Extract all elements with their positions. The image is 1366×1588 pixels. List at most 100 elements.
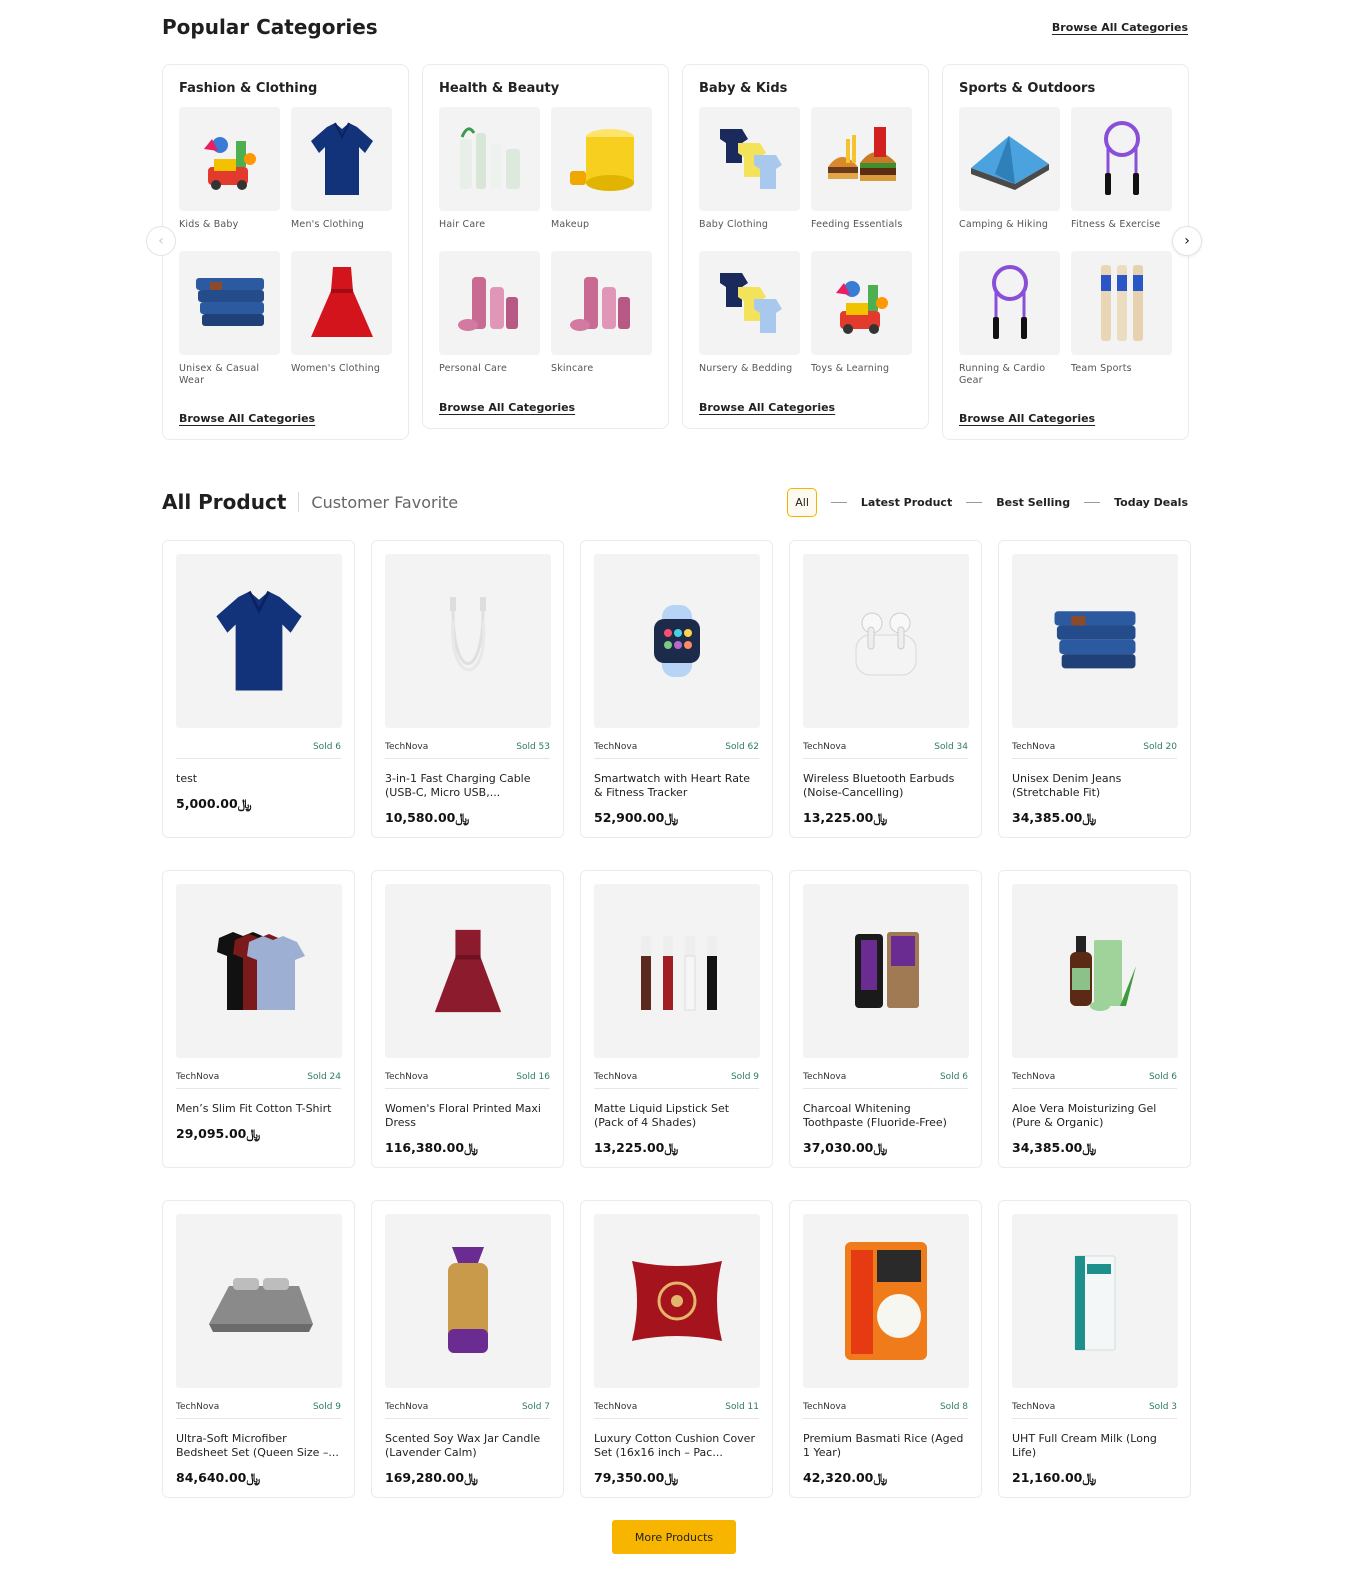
subcategory-makeup[interactable]: Makeup: [551, 107, 652, 243]
product-card[interactable]: TechNova Sold 3 UHT Full Cream Milk (Long…: [998, 1200, 1191, 1498]
subcategory-label: Kids & Baby: [179, 219, 239, 230]
card-browse-all-link[interactable]: Browse All Categories: [179, 412, 315, 425]
subcategory-label: Women's Clothing: [291, 363, 381, 374]
filter-tab-latest[interactable]: Latest Product: [861, 496, 952, 509]
product-card[interactable]: TechNova Sold 7 Scented Soy Wax Jar Candl…: [371, 1200, 564, 1498]
product-name: Wireless Bluetooth Earbuds (Noise-Cancel…: [803, 772, 955, 799]
product-price: 84,640.00﷼: [176, 1470, 261, 1485]
subcategory-hair-care[interactable]: Hair Care: [439, 107, 540, 243]
product-sold-count: Sold 9: [730, 1072, 759, 1082]
product-name: Aloe Vera Moisturizing Gel (Pure & Organ…: [1012, 1102, 1157, 1129]
product-name: Unisex Denim Jeans (Stretchable Fit): [1012, 772, 1122, 799]
product-sold-count: Sold 6: [939, 1072, 968, 1082]
product-vendor: TechNova: [176, 1402, 220, 1412]
subcategory-mens-clothing[interactable]: Men's Clothing: [291, 107, 392, 243]
subcategory-label: Nursery & Bedding: [699, 363, 793, 374]
product-price: 34,385.00﷼: [1012, 810, 1097, 825]
product-name: Matte Liquid Lipstick Set (Pack of 4 Sha…: [594, 1102, 730, 1129]
category-carousel: Fashion & Clothing Kids & Baby Men's Clo…: [162, 64, 1189, 444]
product-card[interactable]: TechNova Sold 8 Premium Basmati Rice (Age…: [789, 1200, 982, 1498]
bottles-icon: [439, 107, 540, 211]
product-price: 169,280.00﷼: [385, 1470, 478, 1485]
filter-divider: [1084, 501, 1101, 503]
filter-divider: [966, 501, 983, 503]
subcategory-running-cardio[interactable]: Running & Cardio Gear: [959, 251, 1060, 387]
product-sold-count: Sold 7: [521, 1402, 550, 1412]
product-sold-count: Sold 3: [1148, 1402, 1177, 1412]
product-card[interactable]: TechNova Sold 16 Women's Floral Printed M…: [371, 870, 564, 1168]
carousel-prev-button[interactable]: ‹: [146, 226, 176, 256]
card-browse-all-link[interactable]: Browse All Categories: [959, 412, 1095, 425]
product-price: 37,030.00﷼: [803, 1140, 888, 1155]
product-price: 52,900.00﷼: [594, 810, 679, 825]
product-vendor: TechNova: [594, 1402, 638, 1412]
card-browse-all-link[interactable]: Browse All Categories: [699, 401, 835, 414]
subcategory-team-sports[interactable]: Team Sports: [1071, 251, 1172, 387]
category-card-title: Fashion & Clothing: [179, 81, 318, 96]
filter-tab-today-deals[interactable]: Today Deals: [1114, 496, 1188, 509]
product-card[interactable]: TechNova Sold 20 Unisex Denim Jeans (Stre…: [998, 540, 1191, 838]
filter-tab-all[interactable]: All: [787, 487, 817, 517]
category-card-title: Baby & Kids: [699, 81, 788, 96]
product-card[interactable]: TechNova Sold 62 Smartwatch with Heart Ra…: [580, 540, 773, 838]
product-vendor: TechNova: [1012, 742, 1056, 752]
category-card-baby-kids: Baby & Kids Baby Clothing Feeding Essent…: [682, 64, 929, 429]
product-card[interactable]: TechNova Sold 11 Luxury Cotton Cushion Co…: [580, 1200, 773, 1498]
subcategory-toys-learning[interactable]: Toys & Learning: [811, 251, 912, 387]
subcategory-baby-clothing[interactable]: Baby Clothing: [699, 107, 800, 243]
product-card[interactable]: TechNova Sold 24 Men’s Slim Fit Cotton T-…: [162, 870, 355, 1168]
product-sold-count: Sold 8: [939, 1402, 968, 1412]
subcategory-kids-baby[interactable]: Kids & Baby: [179, 107, 280, 243]
subcategory-nursery-bedding[interactable]: Nursery & Bedding: [699, 251, 800, 387]
product-card[interactable]: TechNova Sold 9 Ultra-Soft Microfiber Bed…: [162, 1200, 355, 1498]
lipstick-icon: [594, 884, 760, 1058]
product-price: 5,000.00﷼: [176, 796, 252, 811]
product-name: 3-in-1 Fast Charging Cable (USB-C, Micro…: [385, 772, 531, 799]
product-price: 21,160.00﷼: [1012, 1470, 1097, 1485]
product-vendor: TechNova: [385, 1072, 429, 1082]
product-name: Luxury Cotton Cushion Cover Set (16x16 i…: [594, 1432, 755, 1459]
product-row: TechNova Sold 9 Ultra-Soft Microfiber Bed…: [162, 1200, 1191, 1498]
polo-shirt-icon: [291, 107, 392, 211]
browse-all-categories-link[interactable]: Browse All Categories: [1052, 21, 1188, 34]
onesies-icon: [699, 107, 800, 211]
subcategory-label: Fitness & Exercise: [1071, 219, 1161, 230]
product-card[interactable]: Sold 6 test 5,000.00﷼: [162, 540, 355, 838]
product-name: Women's Floral Printed Maxi Dress: [385, 1102, 541, 1129]
pink-cosmetics-icon: [439, 251, 540, 355]
tent-icon: [959, 107, 1060, 211]
subcategory-label: Unisex & Casual Wear: [179, 363, 260, 386]
polo-shirt-icon: [176, 554, 342, 728]
subcategory-womens-clothing[interactable]: Women's Clothing: [291, 251, 392, 387]
subcategory-camping-hiking[interactable]: Camping & Hiking: [959, 107, 1060, 243]
subcategory-label: Baby Clothing: [699, 219, 769, 230]
dress-icon: [291, 251, 392, 355]
product-sold-count: Sold 34: [934, 742, 968, 752]
pink-cosmetics-icon: [551, 251, 652, 355]
product-card[interactable]: TechNova Sold 53 3-in-1 Fast Charging Cab…: [371, 540, 564, 838]
product-sold-count: Sold 62: [725, 742, 759, 752]
subcategory-fitness-exercise[interactable]: Fitness & Exercise: [1071, 107, 1172, 243]
product-sold-count: Sold 20: [1143, 742, 1177, 752]
product-card[interactable]: TechNova Sold 6 Aloe Vera Moisturizing Ge…: [998, 870, 1191, 1168]
subcategory-skincare[interactable]: Skincare: [551, 251, 652, 387]
subcategory-label: Personal Care: [439, 363, 508, 374]
filter-divider: [830, 501, 847, 503]
subcategory-unisex-casual[interactable]: Unisex & Casual Wear: [179, 251, 280, 387]
filter-tab-best-selling[interactable]: Best Selling: [996, 496, 1070, 509]
product-card[interactable]: TechNova Sold 6 Charcoal Whitening Toothp…: [789, 870, 982, 1168]
carousel-next-button[interactable]: ›: [1172, 226, 1202, 256]
product-vendor: TechNova: [803, 742, 847, 752]
subcategory-personal-care[interactable]: Personal Care: [439, 251, 540, 387]
product-card[interactable]: TechNova Sold 9 Matte Liquid Lipstick Set…: [580, 870, 773, 1168]
product-sold-count: Sold 6: [1148, 1072, 1177, 1082]
product-name: Men’s Slim Fit Cotton T-Shirt: [176, 1102, 332, 1115]
more-products-button[interactable]: More Products: [612, 1520, 736, 1554]
cable-icon: [385, 554, 551, 728]
card-browse-all-link[interactable]: Browse All Categories: [439, 401, 575, 414]
product-card[interactable]: TechNova Sold 34 Wireless Bluetooth Earbu…: [789, 540, 982, 838]
rice-bag-icon: [803, 1214, 969, 1388]
subcategory-feeding-essentials[interactable]: Feeding Essentials: [811, 107, 912, 243]
maroon-dress-icon: [385, 884, 551, 1058]
subcategory-label: Team Sports: [1071, 363, 1132, 374]
